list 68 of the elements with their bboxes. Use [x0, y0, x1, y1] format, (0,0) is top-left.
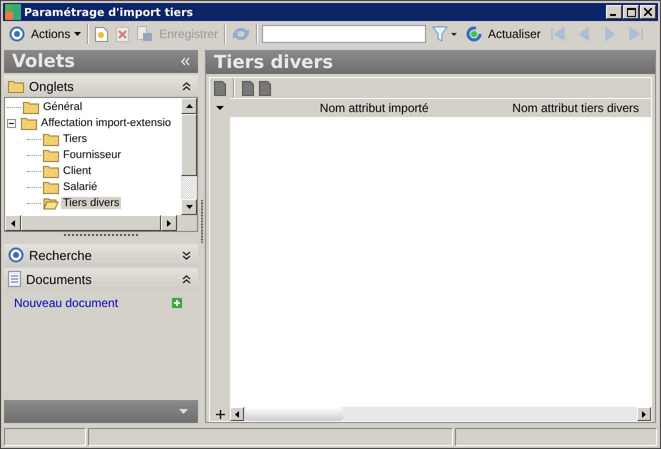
column-header[interactable]: Nom attribut importé	[230, 99, 440, 117]
new-document-icon	[95, 26, 108, 42]
folder-icon	[43, 148, 59, 162]
folder-icon	[23, 100, 39, 114]
filter-icon	[432, 26, 458, 42]
last-icon	[628, 26, 644, 42]
refresh-button[interactable]: Actualiser	[462, 24, 545, 44]
tree-item[interactable]: Client	[61, 165, 94, 177]
panel-title: Tiers divers	[214, 52, 334, 73]
close-icon	[644, 8, 652, 16]
target-icon	[8, 247, 24, 263]
right-arrow-icon	[167, 220, 171, 226]
refresh-icon	[466, 26, 482, 42]
folder-icon	[8, 80, 24, 92]
vertical-scrollbar[interactable]	[181, 98, 197, 215]
maximize-button[interactable]	[623, 5, 639, 19]
tree-item[interactable]: Fournisseur	[61, 149, 124, 161]
tree-item[interactable]: Tiers	[61, 133, 90, 145]
add-row-icon[interactable]	[216, 410, 224, 419]
folder-icon	[43, 180, 59, 194]
section-title: Documents	[26, 272, 93, 286]
actions-button[interactable]: Actions	[5, 24, 86, 44]
horizontal-scrollbar[interactable]	[5, 215, 197, 231]
tree-item[interactable]: Général	[41, 101, 84, 113]
close-button[interactable]	[640, 5, 656, 19]
app-icon	[5, 4, 21, 20]
sync-icon	[232, 26, 250, 42]
document-icon[interactable]	[242, 80, 254, 96]
folder-icon	[43, 164, 59, 178]
search-field[interactable]	[262, 25, 426, 43]
section-header[interactable]: Recherche	[4, 244, 198, 266]
document-icon[interactable]	[214, 80, 226, 96]
minimize-button[interactable]	[606, 5, 622, 19]
first-icon	[550, 26, 566, 42]
section-title: Onglets	[29, 78, 75, 94]
document-icon[interactable]	[259, 80, 271, 96]
folder-icon	[43, 132, 59, 146]
horizontal-scrollbar[interactable]	[230, 407, 651, 421]
right-arrow-icon	[642, 410, 646, 418]
up-arrow-icon	[186, 104, 192, 108]
tree-item[interactable]: Salarié	[61, 181, 100, 193]
collapse-icon[interactable]	[7, 118, 16, 128]
section-title: Recherche	[29, 248, 93, 262]
dropdown-icon[interactable]	[216, 106, 224, 110]
left-arrow-icon	[235, 410, 239, 418]
tree-item[interactable]: Affectation import-extensio	[39, 117, 174, 129]
expand-icon[interactable]	[182, 250, 191, 260]
document-icon	[8, 271, 21, 287]
window-title: Paramétrage d'import tiers	[24, 6, 194, 18]
maximize-icon	[626, 8, 636, 16]
collapse-icon[interactable]	[182, 82, 191, 90]
down-arrow-icon	[186, 205, 192, 209]
target-icon	[9, 26, 25, 42]
column-header[interactable]: Nom attribut tiers divers	[440, 99, 651, 117]
left-arrow-icon	[11, 220, 15, 226]
tree-item[interactable]: Tiers divers	[61, 197, 122, 209]
add-icon[interactable]	[172, 298, 182, 308]
collapse-panel-icon[interactable]	[181, 57, 190, 66]
new-document-link[interactable]: Nouveau document	[14, 296, 118, 310]
section-header[interactable]: Onglets	[4, 75, 198, 97]
collapse-icon[interactable]	[182, 274, 191, 284]
delete-icon	[116, 26, 130, 42]
save-icon	[137, 26, 154, 42]
panel-title: Volets	[12, 51, 76, 72]
caret-icon	[74, 32, 82, 36]
section-header[interactable]: Documents	[4, 268, 198, 290]
folder-icon	[21, 116, 37, 130]
open-folder-icon	[43, 196, 59, 210]
